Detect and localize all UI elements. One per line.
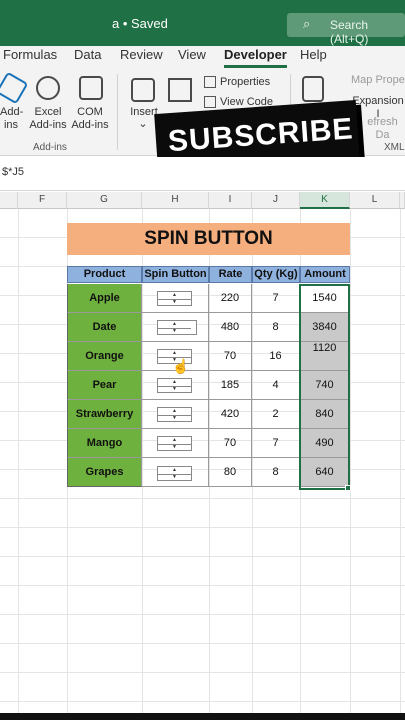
search-icon: ⌕ [303,16,311,31]
product-cell[interactable]: Grapes [67,458,142,487]
header-rate[interactable]: Rate [209,266,252,283]
ribbon-tabs: Formulas Data Review View Developer Help [0,46,405,70]
column-header-i[interactable]: I [209,192,252,209]
excel-addins-button[interactable]: Excel Add-ins [26,106,70,132]
com-addins-icon [79,76,103,100]
column-header-k[interactable]: K [300,192,350,209]
grid-line [18,209,19,713]
column-header-f[interactable]: F [18,192,67,209]
rate-cell[interactable]: 185 [209,371,252,400]
rate-cell[interactable]: 420 [209,400,252,429]
spin-button[interactable]: ▲ ▼ [157,320,197,335]
spin-button[interactable]: ▲ ▼ [157,378,192,393]
rate-cell[interactable]: 80 [209,458,252,487]
product-cell[interactable]: Strawberry [67,400,142,429]
column-header-j[interactable]: J [252,192,300,209]
tab-view[interactable]: View [178,46,206,68]
rate-cell[interactable]: 480 [209,313,252,342]
addins-group-label: Add-ins [33,142,67,153]
column-header-h[interactable]: H [142,192,209,209]
column-header-m[interactable] [400,192,405,209]
spin-button[interactable]: ▲ ▼ [157,407,192,422]
qty-cell[interactable]: 8 [252,313,300,342]
product-cell[interactable]: Apple [67,284,142,313]
fill-handle[interactable] [345,485,351,491]
product-cell[interactable]: Date [67,313,142,342]
formula-text: $*J5 [2,166,25,178]
sheet-banner-title[interactable]: SPIN BUTTON [67,223,350,255]
tab-developer[interactable]: Developer [224,46,287,68]
addins-hex-icon [0,71,29,105]
qty-cell[interactable]: 7 [252,284,300,313]
map-properties-button[interactable]: Map Prope [351,74,405,87]
qty-cell[interactable]: 4 [252,371,300,400]
header-spin-button[interactable]: Spin Button [142,266,209,283]
column-header-e[interactable] [0,192,18,209]
com-addins-button[interactable]: COM Add-ins [68,106,112,132]
grid-line [400,209,401,713]
spin-button[interactable]: ▲ ▼ [157,436,192,451]
ribbon-separator [117,74,118,150]
properties-button[interactable]: Properties [220,76,270,89]
title-bar: a • Saved ⌕ Search (Alt+Q) [0,0,405,46]
header-product[interactable]: Product [67,266,142,283]
product-cell[interactable]: Pear [67,371,142,400]
rate-cell[interactable]: 220 [209,284,252,313]
rate-cell[interactable]: 70 [209,429,252,458]
spin-button[interactable]: ▲ ▼ [157,291,192,306]
tab-data[interactable]: Data [74,46,101,68]
subscribe-text: SUBSCRIBE [166,112,355,159]
selection-border [299,284,350,490]
toolbox-icon [131,78,155,102]
document-title[interactable]: a • Saved [112,16,168,31]
chevron-down-icon[interactable]: ⌄ [138,118,148,131]
product-cell[interactable]: Mango [67,429,142,458]
product-cell[interactable]: Orange [67,342,142,371]
formula-bar[interactable]: $*J5 [0,157,405,191]
properties-icon [204,76,216,88]
search-box[interactable]: ⌕ Search (Alt+Q) [287,13,405,46]
grid-line [350,209,351,713]
rate-cell[interactable]: 70 [209,342,252,371]
qty-cell[interactable]: 7 [252,429,300,458]
spin-button[interactable]: ▲ ▼ [157,466,192,481]
qty-cell[interactable]: 2 [252,400,300,429]
column-header-g[interactable]: G [67,192,142,209]
qty-cell[interactable]: 16 [252,342,300,371]
design-mode-icon [168,78,192,102]
addins-button[interactable]: Add- ins [0,106,23,132]
source-icon [302,76,324,102]
tab-formulas[interactable]: Formulas [3,46,57,68]
view-code-icon [204,96,216,108]
column-header-l[interactable]: L [350,192,400,209]
refresh-data-button[interactable]: efresh Da [360,116,405,142]
search-placeholder: Search (Alt+Q) [330,18,369,46]
header-qty[interactable]: Qty (Kg) [252,266,300,283]
tab-help[interactable]: Help [300,46,327,68]
hand-cursor-icon: ☝ [172,358,190,374]
header-amount[interactable]: Amount [300,266,350,283]
tab-review[interactable]: Review [120,46,163,68]
bottom-bar [0,713,405,720]
xml-group-label: XML [384,142,405,153]
gear-icon [36,76,60,100]
qty-cell[interactable]: 8 [252,458,300,487]
